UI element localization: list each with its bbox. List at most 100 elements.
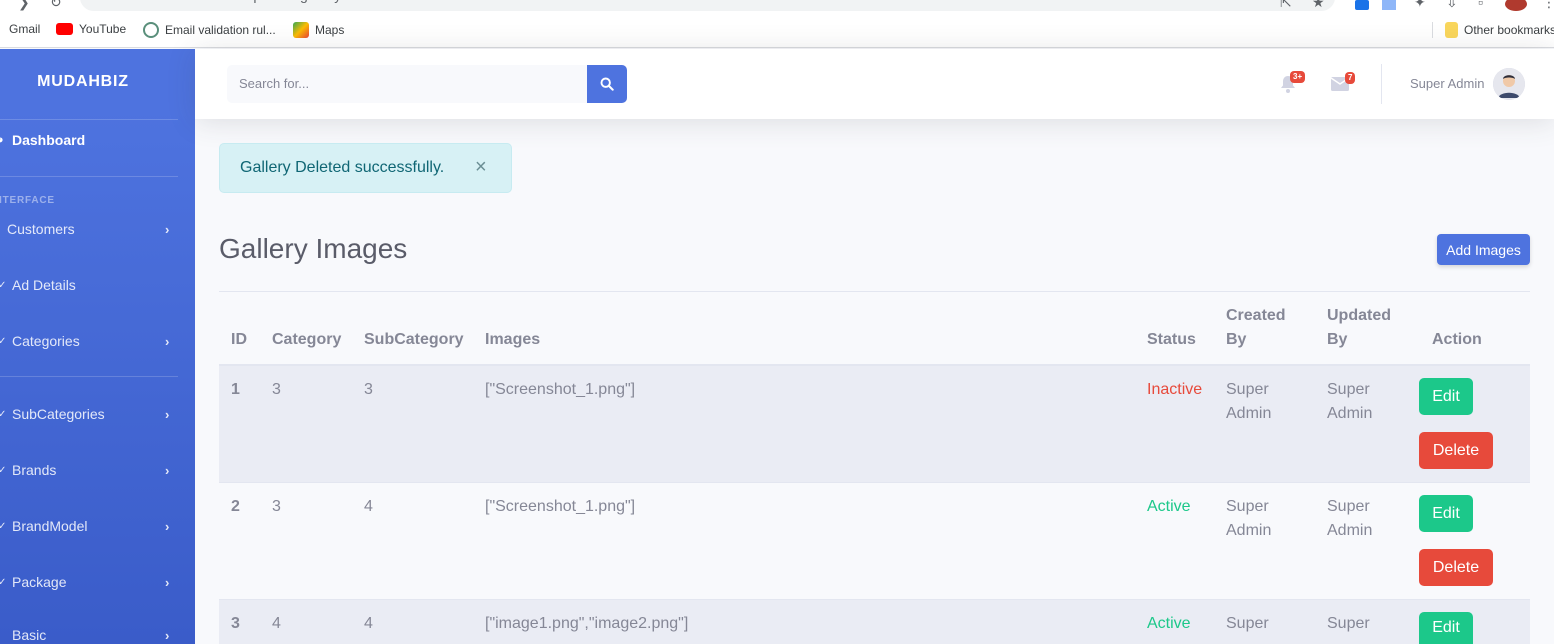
status-badge: Active [1147,615,1191,632]
check-icon: ✓ [0,279,7,291]
browser-toolbar: ❯ ↻ 127.0.0.1:8000/admin/photos-gallery … [0,0,1554,12]
section-divider [219,291,1530,292]
check-icon: ✓ [0,576,7,588]
bookmark-label: Gmail [9,22,41,36]
edit-button[interactable]: Edit [1419,378,1473,415]
other-bookmarks[interactable]: Other bookmarks [1432,22,1554,38]
bookmarks-bar: Gmail YouTube Email validation rul... Ma… [0,12,1554,48]
column-header-created-by-line2: By [1226,331,1247,348]
sidebar-divider [0,176,178,177]
maps-icon [293,22,309,38]
edit-button[interactable]: Edit [1419,612,1473,644]
cell-subcategory: 3 [364,381,373,398]
chevron-right-icon: › [165,462,170,478]
cell-updated-by: Super [1327,381,1370,398]
success-alert: Gallery Deleted successfully. × [219,143,512,193]
chevron-right-icon: › [165,333,170,349]
sidebar-item-label: SubCategories [12,406,105,422]
cell-created-by: Super [1226,615,1269,632]
cell-created-by: Admin [1226,522,1272,539]
page-title: Gallery Images [219,233,408,264]
translate-icon[interactable] [1382,0,1396,10]
back-icon[interactable]: ❯ [18,0,30,11]
youtube-icon [56,23,73,35]
column-header-updated-by-line2: By [1327,331,1348,348]
search-icon [600,77,614,91]
cell-category: 3 [272,381,281,398]
edit-button[interactable]: Edit [1419,495,1473,532]
search-button[interactable] [587,65,627,103]
column-header-images: Images [485,331,541,348]
sidebar-item-label: Customers [7,221,75,237]
cell-created-by: Admin [1226,405,1272,422]
sidebar-item-label: Categories [12,333,80,349]
status-badge: Inactive [1147,381,1203,398]
alerts-dropdown[interactable]: 3+ [1280,71,1306,93]
sidebar: MUDAHBIZ ◕ Dashboard INTERFACE Customers… [0,49,195,644]
topbar-divider [1381,64,1382,104]
column-header-subcategory: SubCategory [364,331,464,348]
column-header-category: Category [272,331,342,348]
cell-images: ["image1.png","image2.png"] [485,615,689,632]
cell-images: ["Screenshot_1.png"] [485,381,636,398]
star-icon[interactable]: ★ [1312,0,1325,11]
delete-button[interactable]: Delete [1419,549,1493,586]
chevron-right-icon: › [165,574,170,590]
column-header-id: ID [231,331,247,348]
add-images-button[interactable]: Add Images [1437,234,1530,265]
bookmark-youtube[interactable]: YouTube [56,22,126,36]
cell-updated-by: Admin [1327,522,1373,539]
sidebar-heading: INTERFACE [0,195,59,206]
column-header-action: Action [1432,331,1482,348]
cell-subcategory: 4 [364,498,373,515]
cell-images: ["Screenshot_1.png"] [485,498,636,515]
menu-dots-icon[interactable]: ⋮ [1542,0,1554,11]
sidebar-item-label: Package [12,574,67,590]
bookmark-gmail[interactable]: Gmail [9,22,40,36]
close-icon[interactable]: × [475,156,487,179]
cell-category: 4 [272,615,281,632]
alerts-badge: 3+ [1290,71,1306,83]
user-name[interactable]: Super Admin [1410,76,1484,91]
puzzle-icon[interactable]: ✦ [1414,0,1426,11]
sidebar-divider [0,119,178,120]
alert-message: Gallery Deleted successfully. [240,159,445,176]
sidebar-divider [0,376,178,377]
profile-icon[interactable] [1505,0,1527,11]
tachometer-icon: ◕ [0,134,4,146]
check-icon: ✓ [0,464,7,476]
brand-logo[interactable]: MUDAHBIZ [0,73,166,91]
chevron-right-icon: › [165,627,170,643]
search-input[interactable]: Search for... [227,65,587,103]
avatar[interactable] [1493,68,1525,100]
bookmark-label: YouTube [79,22,127,36]
other-bookmarks-label: Other bookmarks [1464,23,1554,37]
bookmark-maps[interactable]: Maps [293,22,344,38]
bookmark-label: Email validation rul... [165,23,276,37]
messages-dropdown[interactable]: 7 [1330,72,1356,95]
address-bar[interactable]: 127.0.0.1:8000/admin/photos-gallery [80,0,1335,11]
column-header-updated-by-line1: Updated [1327,307,1391,324]
cell-created-by: Super [1226,381,1269,398]
chevron-right-icon: › [165,518,170,534]
reload-icon[interactable]: ↻ [50,0,62,11]
chatgpt-icon [143,22,159,38]
chevron-right-icon: › [165,221,170,237]
window-icon[interactable]: ▫ [1478,0,1483,10]
cell-id: 1 [231,381,240,398]
sidebar-item-label: BrandModel [12,518,88,534]
check-icon: ✓ [0,408,7,420]
extension-icon[interactable] [1355,0,1369,10]
share-icon[interactable]: ⇱ [1280,0,1292,11]
download-icon[interactable]: ⇩ [1446,0,1458,11]
delete-button[interactable]: Delete [1419,432,1493,469]
sidebar-heading-text: INTERFACE [0,195,55,206]
user-avatar-icon [1493,68,1525,100]
topbar: Search for... 3+ 7 Super Admin [195,49,1554,119]
column-header-status: Status [1147,331,1196,348]
check-icon: ✓ [0,335,7,347]
cell-subcategory: 4 [364,615,373,632]
folder-icon [1445,22,1458,38]
cell-updated-by: Admin [1327,405,1373,422]
bookmark-email-validation[interactable]: Email validation rul... [143,22,276,38]
